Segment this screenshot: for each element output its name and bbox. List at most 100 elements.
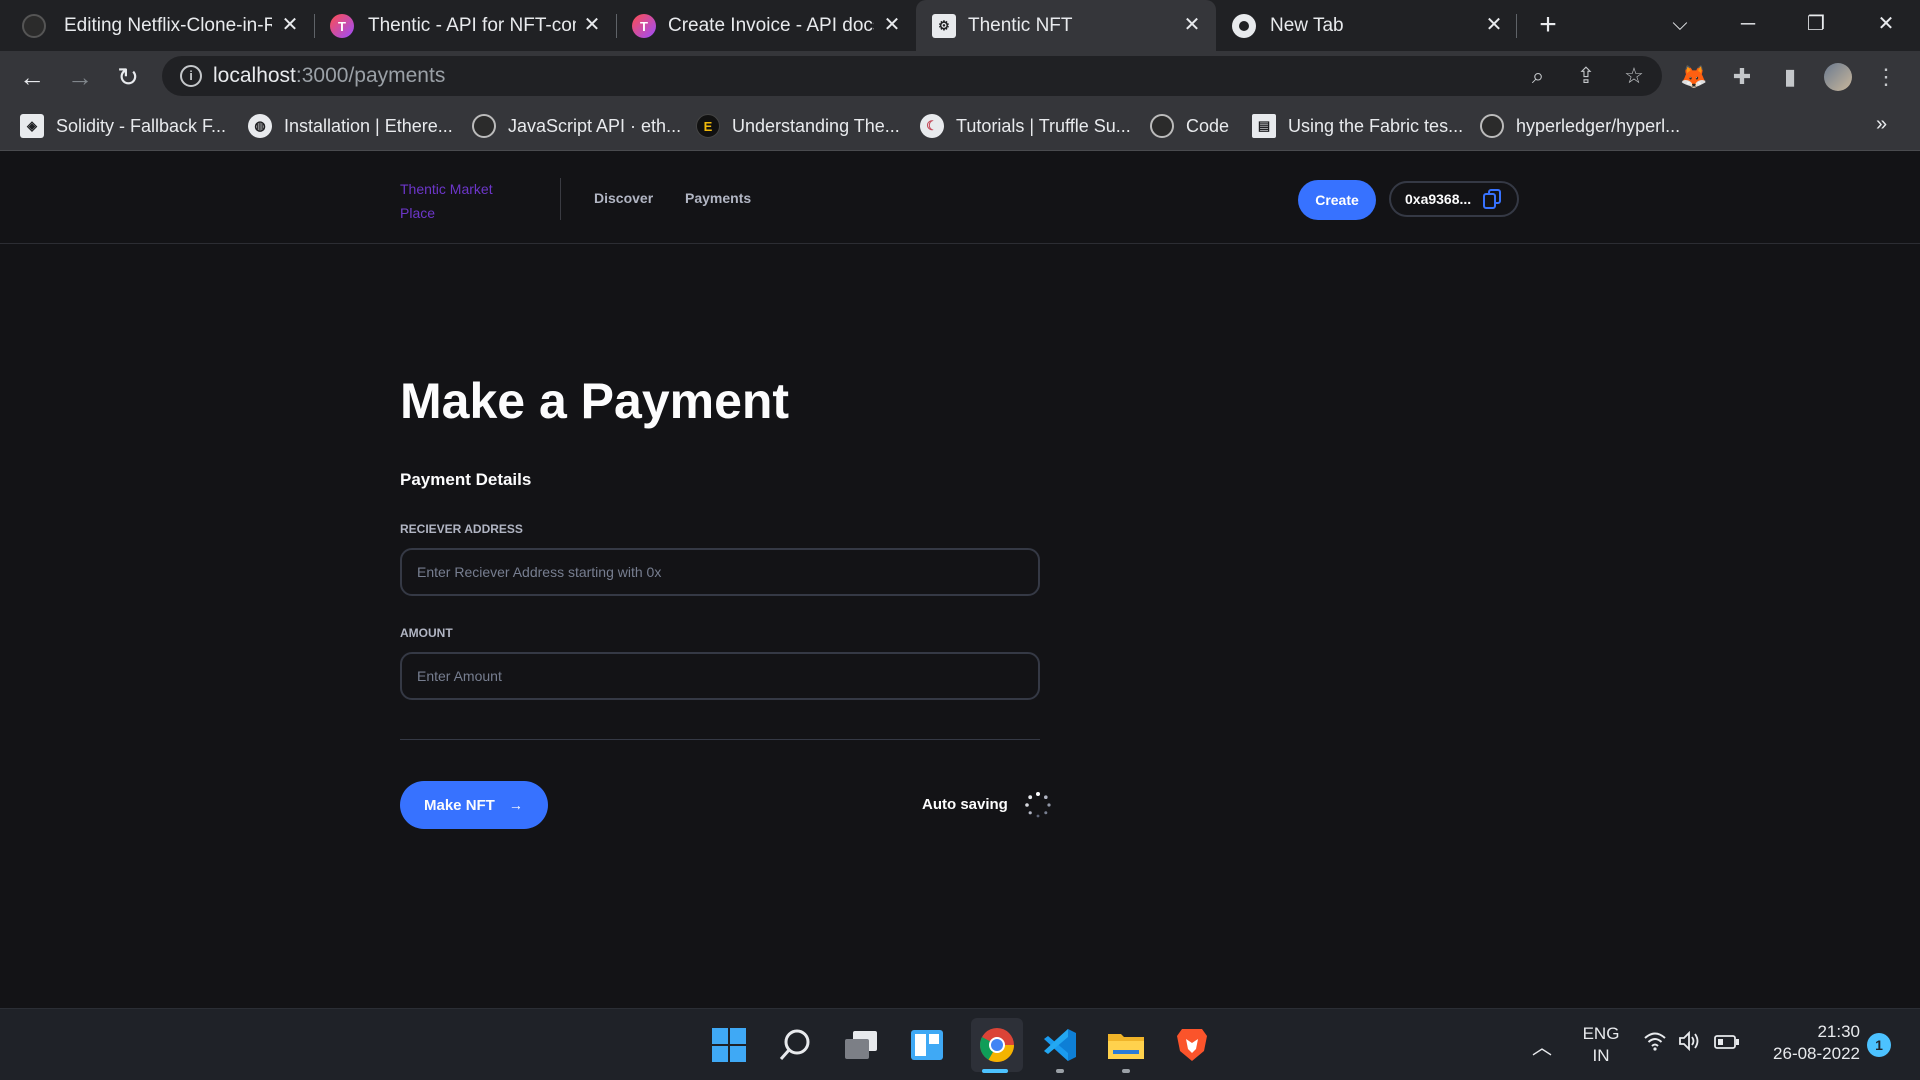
active-app-indicator	[982, 1069, 1008, 1073]
bookmark-hyperledger[interactable]: hyperledger/hyperl...	[1480, 114, 1680, 138]
thentic-nft-icon: ⚙	[932, 14, 956, 38]
header-divider	[560, 178, 561, 220]
auto-saving-label: Auto saving	[922, 796, 1008, 813]
browser-tab-bar: Editing Netflix-Clone-in-React ✕ T Thent…	[0, 0, 1920, 51]
file-explorer-icon[interactable]	[1104, 1023, 1148, 1067]
language-indicator[interactable]: ENG IN	[1576, 1023, 1626, 1067]
clock-time: 21:30	[1817, 1022, 1860, 1041]
address-bar[interactable]: i localhost:3000/payments ⌕ ⇪ ☆	[162, 56, 1662, 96]
bookmark-label: Solidity - Fallback F...	[56, 115, 227, 136]
amount-input[interactable]	[400, 652, 1040, 700]
restore-icon[interactable]: ❐	[1796, 8, 1836, 40]
receiver-address-input[interactable]	[400, 548, 1040, 596]
tab-title: Editing Netflix-Clone-in-React	[64, 15, 272, 36]
reload-icon[interactable]: ↻	[113, 62, 143, 92]
page-title: Make a Payment	[400, 373, 790, 429]
clock-date: 26-08-2022	[1773, 1044, 1860, 1063]
bookmark-label: Code	[1186, 115, 1230, 136]
make-nft-button[interactable]: Make NFT →	[400, 781, 548, 829]
site-info-icon[interactable]: i	[180, 65, 202, 87]
create-button[interactable]: Create	[1298, 180, 1376, 220]
task-view-icon[interactable]	[839, 1023, 883, 1067]
bookmark-installation[interactable]: ◍ Installation | Ethere...	[248, 114, 453, 138]
solidity-icon: ◈	[20, 114, 44, 138]
section-title: Payment Details	[400, 470, 532, 489]
bookmark-code[interactable]: Code	[1150, 114, 1229, 138]
bookmark-truffle[interactable]: ☾ Tutorials | Truffle Su...	[920, 114, 1131, 138]
address-path: :3000/payments	[295, 64, 446, 87]
search-icon[interactable]	[773, 1023, 817, 1067]
share-icon[interactable]: ⇪	[1572, 62, 1600, 90]
nav-payments[interactable]: Payments	[685, 190, 751, 206]
chrome-icon[interactable]	[971, 1018, 1023, 1072]
tab-github-editing[interactable]: Editing Netflix-Clone-in-React ✕	[0, 0, 312, 51]
copy-icon[interactable]	[1483, 189, 1501, 209]
show-hidden-icons-icon[interactable]: ︿	[1532, 1031, 1552, 1060]
form-divider	[400, 739, 1040, 740]
bookmark-solidity[interactable]: ◈ Solidity - Fallback F...	[20, 114, 226, 138]
tab-thentic-nft[interactable]: ⚙ Thentic NFT ✕	[916, 0, 1216, 51]
address-host: localhost	[213, 64, 296, 87]
github-icon	[1480, 114, 1504, 138]
brave-icon[interactable]	[1170, 1023, 1214, 1067]
extensions-icon[interactable]: ✚	[1728, 63, 1756, 91]
close-icon[interactable]: ✕	[278, 13, 302, 37]
site-header: Thentic Market Place Discover Payments C…	[0, 152, 1920, 244]
wifi-icon[interactable]	[1644, 1031, 1666, 1057]
close-icon[interactable]: ✕	[1482, 13, 1506, 37]
close-icon[interactable]: ✕	[580, 13, 604, 37]
profile-avatar[interactable]	[1824, 63, 1852, 91]
chrome-icon	[1232, 14, 1256, 38]
tab-thentic-api[interactable]: T Thentic - API for NFT-com ✕	[316, 0, 616, 51]
browser-toolbar: ← → ↻ i localhost:3000/payments ⌕ ⇪ ☆ 🦊 …	[0, 51, 1920, 101]
zoom-icon[interactable]: ⌕	[1524, 62, 1552, 90]
running-app-indicator	[1056, 1069, 1064, 1073]
new-tab-button[interactable]: +	[1532, 10, 1564, 42]
nav-discover[interactable]: Discover	[594, 190, 653, 206]
volume-icon[interactable]	[1678, 1030, 1702, 1057]
bookmark-label: Using the Fabric tes...	[1288, 115, 1464, 136]
close-icon[interactable]: ✕	[1180, 13, 1204, 37]
widgets-icon[interactable]	[905, 1023, 949, 1067]
menu-kebab-icon[interactable]: ⋮	[1872, 63, 1900, 91]
loading-spinner-icon	[1025, 792, 1051, 818]
tab-separator	[314, 14, 315, 38]
windows-start-icon[interactable]	[707, 1023, 751, 1067]
bookmark-star-icon[interactable]: ☆	[1620, 62, 1648, 90]
amount-label: AMOUNT	[400, 626, 453, 640]
tab-title: Create Invoice - API docs	[668, 15, 874, 36]
wallet-address-button[interactable]: 0xa9368...	[1389, 181, 1519, 217]
bookmark-fabric[interactable]: ▤ Using the Fabric tes...	[1252, 114, 1463, 138]
bookmark-label: hyperledger/hyperl...	[1516, 115, 1681, 136]
bookmark-understanding[interactable]: E Understanding The...	[696, 114, 900, 138]
tab-create-invoice[interactable]: T Create Invoice - API docs ✕	[618, 0, 914, 51]
window-close-icon[interactable]: ✕	[1866, 8, 1906, 40]
language-region: IN	[1592, 1046, 1610, 1065]
back-icon[interactable]: ←	[17, 62, 47, 92]
more-bookmarks-icon[interactable]: »	[1876, 113, 1887, 136]
address-url[interactable]: localhost:3000/payments	[213, 64, 445, 88]
battery-icon[interactable]	[1714, 1033, 1740, 1056]
clock[interactable]: 21:30 26-08-2022	[1754, 1021, 1860, 1065]
tab-search-icon[interactable]: ⌵	[1660, 8, 1700, 40]
windows-taskbar: ︿ ENG IN 21:30 26-08-2022	[0, 1008, 1920, 1080]
tab-new-tab[interactable]: New Tab ✕	[1218, 0, 1518, 51]
thentic-icon: T	[330, 14, 354, 38]
document-icon: ▤	[1252, 114, 1276, 138]
globe-icon: ◍	[248, 114, 272, 138]
forward-icon[interactable]: →	[65, 62, 95, 92]
vscode-icon[interactable]	[1038, 1023, 1082, 1067]
notification-badge[interactable]: 1	[1867, 1033, 1891, 1057]
bookmark-label: JavaScript API · eth...	[508, 115, 682, 136]
metamask-icon[interactable]: 🦊	[1680, 63, 1708, 91]
minimize-icon[interactable]: ─	[1728, 8, 1768, 40]
thentic-icon: T	[632, 14, 656, 38]
bookmark-javascript-api[interactable]: JavaScript API · eth...	[472, 114, 681, 138]
github-icon	[472, 114, 496, 138]
site-logo[interactable]: Thentic Market Place	[400, 177, 510, 225]
receiver-address-label: RECIEVER ADDRESS	[400, 522, 523, 536]
bookmarks-bar: ◈ Solidity - Fallback F... ◍ Installation …	[0, 101, 1920, 151]
bookmark-label: Installation | Ethere...	[284, 115, 453, 136]
close-icon[interactable]: ✕	[880, 13, 904, 37]
side-panel-icon[interactable]: ▮	[1776, 63, 1804, 91]
